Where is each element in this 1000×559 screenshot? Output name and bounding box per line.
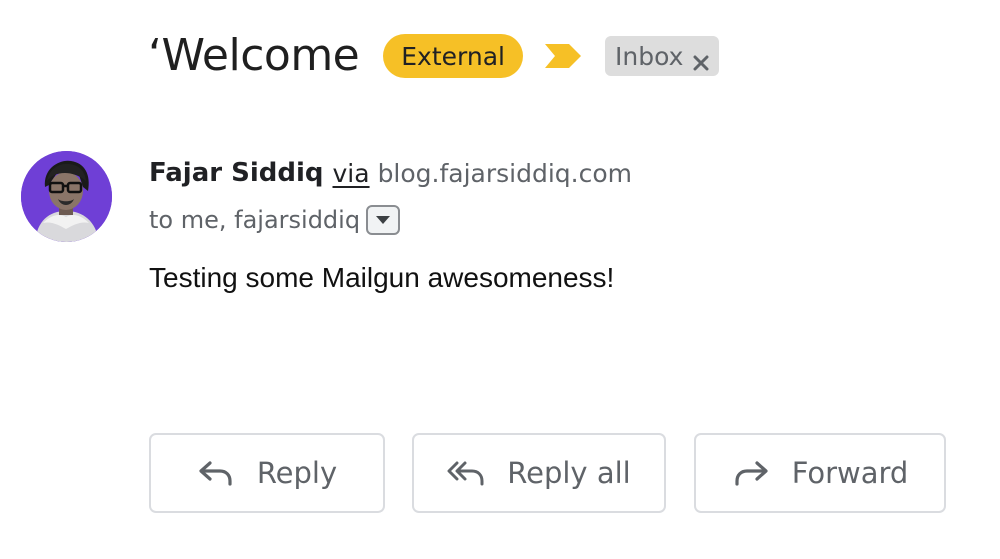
sender-via-link[interactable]: via — [333, 159, 370, 188]
close-icon[interactable] — [693, 48, 709, 71]
reply-icon — [197, 458, 235, 488]
reply-button-label: Reply — [256, 456, 338, 490]
reply-all-icon — [447, 458, 485, 488]
caret-down-icon — [376, 216, 391, 224]
sender-line: Fajar Siddiq via blog.fajarsiddiq.com — [149, 153, 632, 193]
forward-button-label: Forward — [791, 456, 909, 490]
inbox-label-text: Inbox — [615, 41, 684, 71]
forward-button[interactable]: Forward — [694, 433, 946, 513]
inbox-label-chip[interactable]: Inbox — [605, 36, 720, 76]
email-body: Testing some Mailgun awesomeness! — [149, 262, 615, 293]
importance-marker-icon[interactable] — [543, 42, 583, 70]
email-subject: ‘Welcome — [148, 30, 360, 81]
reply-all-button[interactable]: Reply all — [412, 433, 666, 513]
subject-row: ‘Welcome External Inbox — [148, 24, 720, 88]
sender-domain: blog.fajarsiddiq.com — [377, 158, 633, 188]
reply-button[interactable]: Reply — [149, 433, 385, 513]
recipients-line: to me, fajarsiddiq — [149, 200, 401, 240]
forward-icon — [732, 458, 770, 488]
avatar[interactable] — [21, 151, 112, 242]
recipients-text: to me, fajarsiddiq — [149, 206, 361, 234]
show-details-button[interactable] — [366, 205, 401, 235]
external-badge: External — [383, 34, 523, 78]
sender-name[interactable]: Fajar Siddiq — [149, 158, 324, 188]
reply-all-button-label: Reply all — [507, 456, 631, 490]
